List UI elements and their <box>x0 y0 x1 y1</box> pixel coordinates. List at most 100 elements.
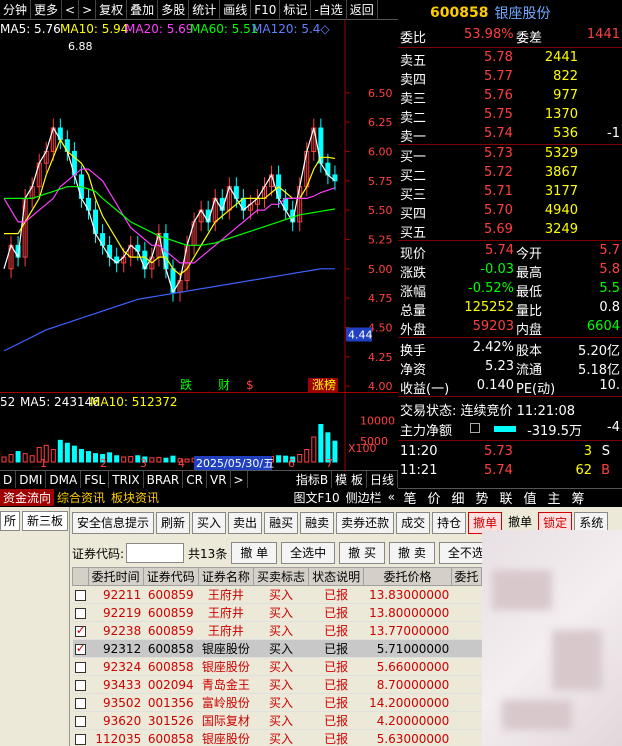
indicator-tab-9[interactable]: 指标B <box>293 470 333 489</box>
toolbar-item-11[interactable]: -自选 <box>311 0 347 20</box>
news-tab-1[interactable]: 综合资讯 <box>54 489 108 506</box>
code-input[interactable] <box>126 543 185 563</box>
row-checkbox[interactable] <box>74 661 86 673</box>
row-checkbox-cell[interactable] <box>72 657 89 676</box>
column-header[interactable]: 证券代码 <box>142 567 199 586</box>
table-row[interactable]: 93433 002094 青岛金王 买入 已报 8.70000000 <box>72 675 482 694</box>
indicator-tab-2[interactable]: DMA <box>46 470 82 489</box>
trade-button-5[interactable]: 融卖 <box>300 512 335 534</box>
toolbar-item-1[interactable]: 更多 <box>31 0 63 20</box>
toolbar-item-8[interactable]: 画线 <box>220 0 252 20</box>
filter-button-3[interactable]: 撤 卖 <box>389 542 435 564</box>
column-header[interactable]: 委托价格 <box>363 567 452 586</box>
row-checkbox[interactable] <box>74 679 86 691</box>
table-row[interactable]: 93502 001356 富岭股份 买入 已报 14.20000000 <box>72 693 482 712</box>
indicator-tab-4[interactable]: TRIX <box>109 470 144 489</box>
indicator-tab-6[interactable]: CR <box>183 470 207 489</box>
flow-toggle-icon[interactable] <box>470 423 480 433</box>
right-tab-0[interactable]: 笔 <box>398 488 422 507</box>
toolbar-item-0[interactable]: 分钟 <box>0 0 32 20</box>
left-tab-market[interactable]: 所 <box>0 511 20 531</box>
row-checkbox[interactable] <box>74 733 86 745</box>
table-row[interactable]: 112035 600858 银座股份 买入 已报 5.63000000 <box>72 729 482 746</box>
column-header[interactable]: 委托时间 <box>87 567 144 586</box>
row-checkbox[interactable] <box>74 607 86 619</box>
right-tab-1[interactable]: 价 <box>422 488 446 507</box>
toolbar-item-12[interactable]: 返回 <box>347 0 378 20</box>
volume-chart[interactable]: 52 MA5: 243146MA10: 512372100005000X10020… <box>0 392 398 472</box>
news-tab-0[interactable]: 资金流向 <box>0 488 55 506</box>
table-row[interactable]: 93620 301526 国际复材 买入 已报 4.20000000 <box>72 711 482 730</box>
event-mark[interactable]: 财 <box>218 378 230 392</box>
stat-label: 流通 <box>516 363 543 378</box>
table-row[interactable]: 92211 600859 王府井 买入 已报 13.83000000 <box>72 585 482 604</box>
row-checkbox-cell[interactable] <box>72 603 89 622</box>
row-checkbox-cell[interactable] <box>72 585 89 604</box>
row-checkbox[interactable] <box>74 589 86 601</box>
news-tab-5[interactable]: « <box>385 490 398 504</box>
toolbar-item-6[interactable]: 多股 <box>158 0 190 20</box>
left-tab-neeq[interactable]: 新三板 <box>22 511 68 531</box>
event-mark[interactable]: $ <box>246 378 254 392</box>
row-checkbox[interactable] <box>74 623 86 637</box>
column-header[interactable]: 状态说明 <box>308 567 365 586</box>
row-checkbox-cell[interactable] <box>72 639 89 658</box>
filter-button-1[interactable]: 全选中 <box>281 542 336 564</box>
table-row[interactable]: 92238600859王府井买入已报13.77000000 <box>72 621 482 640</box>
right-tab-2[interactable]: 细 <box>446 488 470 507</box>
toolbar-item-7[interactable]: 统计 <box>189 0 221 20</box>
toolbar-item-3[interactable]: > <box>79 0 97 20</box>
toolbar-item-10[interactable]: 标记 <box>280 0 312 20</box>
table-row[interactable]: 92219 600859 王府井 买入 已报 13.80000000 <box>72 603 482 622</box>
column-header[interactable]: 委托 <box>450 567 483 586</box>
right-tab-6[interactable]: 主 <box>542 488 566 507</box>
row-checkbox[interactable] <box>74 641 86 655</box>
right-tab-7[interactable]: 筹 <box>566 488 590 507</box>
indicator-tab-3[interactable]: FSL <box>81 470 110 489</box>
indicator-tab-1[interactable]: DMI <box>16 470 47 489</box>
column-header[interactable]: 证券名称 <box>197 567 254 586</box>
right-tab-5[interactable]: 值 <box>518 488 542 507</box>
news-tab-3[interactable]: 图文F10 <box>290 489 342 506</box>
indicator-tab-0[interactable]: D <box>0 470 17 489</box>
toolbar-item-5[interactable]: 叠加 <box>127 0 159 20</box>
news-tab-4[interactable]: 侧边栏 <box>343 489 385 506</box>
filter-button-2[interactable]: 撤 买 <box>339 542 385 564</box>
kline-chart[interactable]: MA5: 5.76 MA10: 5.94MA20: 5.69MA60: 5.51M… <box>0 20 398 392</box>
event-mark[interactable]: 跌 <box>180 377 192 392</box>
trade-button-2[interactable]: 买入 <box>192 512 227 534</box>
trade-button-3[interactable]: 卖出 <box>228 512 263 534</box>
news-tab-2[interactable]: 板块资讯 <box>108 489 162 506</box>
row-checkbox[interactable] <box>74 715 86 727</box>
indicator-tab-8[interactable]: > <box>231 470 248 489</box>
stat-label: 涨跌 <box>400 266 427 281</box>
tick-time: 11:21 <box>400 463 438 478</box>
row-checkbox-cell[interactable] <box>72 693 89 712</box>
trade-button-0[interactable]: 安全信息提示 <box>72 512 155 534</box>
column-header[interactable] <box>72 567 89 586</box>
toolbar-item-4[interactable]: 复权 <box>96 0 128 20</box>
table-row[interactable]: 92312600858银座股份买入已报5.71000000 <box>72 639 482 658</box>
row-checkbox[interactable] <box>74 697 86 709</box>
table-row[interactable]: 92324 600858 银座股份 买入 已报 5.66000000 <box>72 657 482 676</box>
right-tab-3[interactable]: 势 <box>470 488 494 507</box>
event-mark[interactable]: 涨榜 <box>312 377 336 392</box>
row-checkbox-cell[interactable] <box>72 621 89 640</box>
right-tab-4[interactable]: 联 <box>494 488 518 507</box>
toolbar-item-9[interactable]: F10 <box>251 0 281 20</box>
row-checkbox-cell[interactable] <box>72 675 89 694</box>
indicator-tab-10[interactable]: 模 板 <box>332 470 367 489</box>
row-checkbox-cell[interactable] <box>72 729 89 746</box>
column-header[interactable]: 买卖标志 <box>252 567 310 586</box>
trade-button-8[interactable]: 持仓 <box>432 512 467 534</box>
trade-button-7[interactable]: 成交 <box>396 512 431 534</box>
trade-button-4[interactable]: 融买 <box>264 512 299 534</box>
filter-button-0[interactable]: 撤 单 <box>231 542 278 564</box>
indicator-tab-11[interactable]: 日线 <box>367 470 398 489</box>
trade-button-6[interactable]: 卖券还款 <box>336 512 395 534</box>
row-checkbox-cell[interactable] <box>72 711 89 730</box>
indicator-tab-7[interactable]: VR <box>207 470 231 489</box>
indicator-tab-5[interactable]: BRAR <box>144 470 184 489</box>
toolbar-item-2[interactable]: < <box>62 0 80 20</box>
trade-button-1[interactable]: 刷新 <box>156 512 191 534</box>
